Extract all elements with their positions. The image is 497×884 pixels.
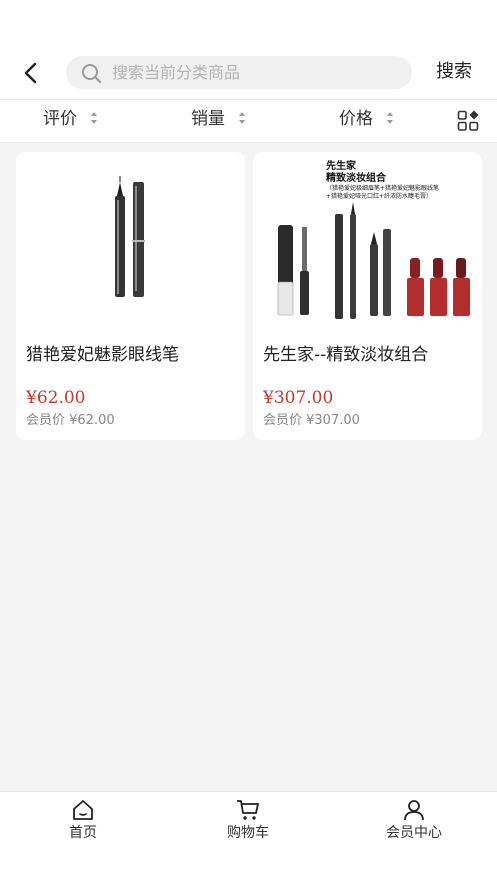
back-arrow-icon[interactable] [18, 60, 44, 86]
sort-label: 价格 [339, 109, 373, 129]
tab-cart[interactable]: 购物车 [188, 798, 308, 842]
sort-arrows-icon [387, 112, 394, 124]
sort-by-price[interactable]: 价格 [339, 109, 394, 130]
user-icon [404, 800, 424, 821]
product-title[interactable]: 先生家--精致淡妆组合 [263, 344, 428, 366]
product-title[interactable]: 猎艳爱妃魅影眼线笔 [26, 344, 179, 366]
product-price: ¥307.00 [263, 388, 334, 408]
home-icon [73, 800, 93, 820]
tab-label: 会员中心 [386, 825, 442, 841]
product-card[interactable]: 猎艳爱妃魅影眼线笔 ¥62.00 会员价 ¥62.00 [16, 152, 245, 440]
cart-icon [237, 800, 259, 820]
tab-label: 首页 [69, 825, 97, 841]
member-price: 会员价 ¥307.00 [263, 413, 360, 428]
sort-label: 评价 [43, 109, 77, 129]
sort-by-rating[interactable]: 评价 [43, 109, 98, 130]
product-image-eyeliner [16, 152, 245, 322]
product-price: ¥62.00 [26, 388, 86, 408]
tab-label: 购物车 [227, 825, 269, 841]
sort-arrows-icon [91, 112, 98, 124]
promo-desc-2: +猎艳爱妃哑光口红+纤浓防水睫毛膏） [326, 192, 432, 200]
tab-member-center[interactable]: 会员中心 [354, 798, 474, 842]
product-card[interactable]: 先生家 精致淡妆组合 （猎艳爱妃极细眉笔+猎艳爱妃魅影眼线笔 +猎艳爱妃哑光口红… [253, 152, 482, 440]
sort-arrows-icon [239, 112, 246, 124]
search-input[interactable]: 搜索当前分类商品 [66, 56, 412, 89]
sort-by-sales[interactable]: 销量 [191, 109, 246, 130]
sort-label: 销量 [191, 109, 225, 129]
search-placeholder: 搜索当前分类商品 [112, 63, 241, 82]
bottom-tab-bar: 首页 购物车 会员中心 [0, 791, 497, 884]
grid-layout-icon[interactable] [457, 110, 481, 132]
promo-heading-2: 精致淡妆组合 [326, 171, 387, 184]
member-price: 会员价 ¥62.00 [26, 413, 115, 428]
search-icon [82, 64, 101, 83]
promo-heading-1: 先生家 [326, 159, 357, 172]
product-image-makeup-set: 先生家 精致淡妆组合 （猎艳爱妃极细眉笔+猎艳爱妃魅影眼线笔 +猎艳爱妃哑光口红… [253, 152, 482, 322]
tab-home[interactable]: 首页 [23, 798, 143, 842]
search-button[interactable]: 搜索 [436, 61, 472, 83]
promo-desc-1: （猎艳爱妃极细眉笔+猎艳爱妃魅影眼线笔 [326, 184, 439, 192]
